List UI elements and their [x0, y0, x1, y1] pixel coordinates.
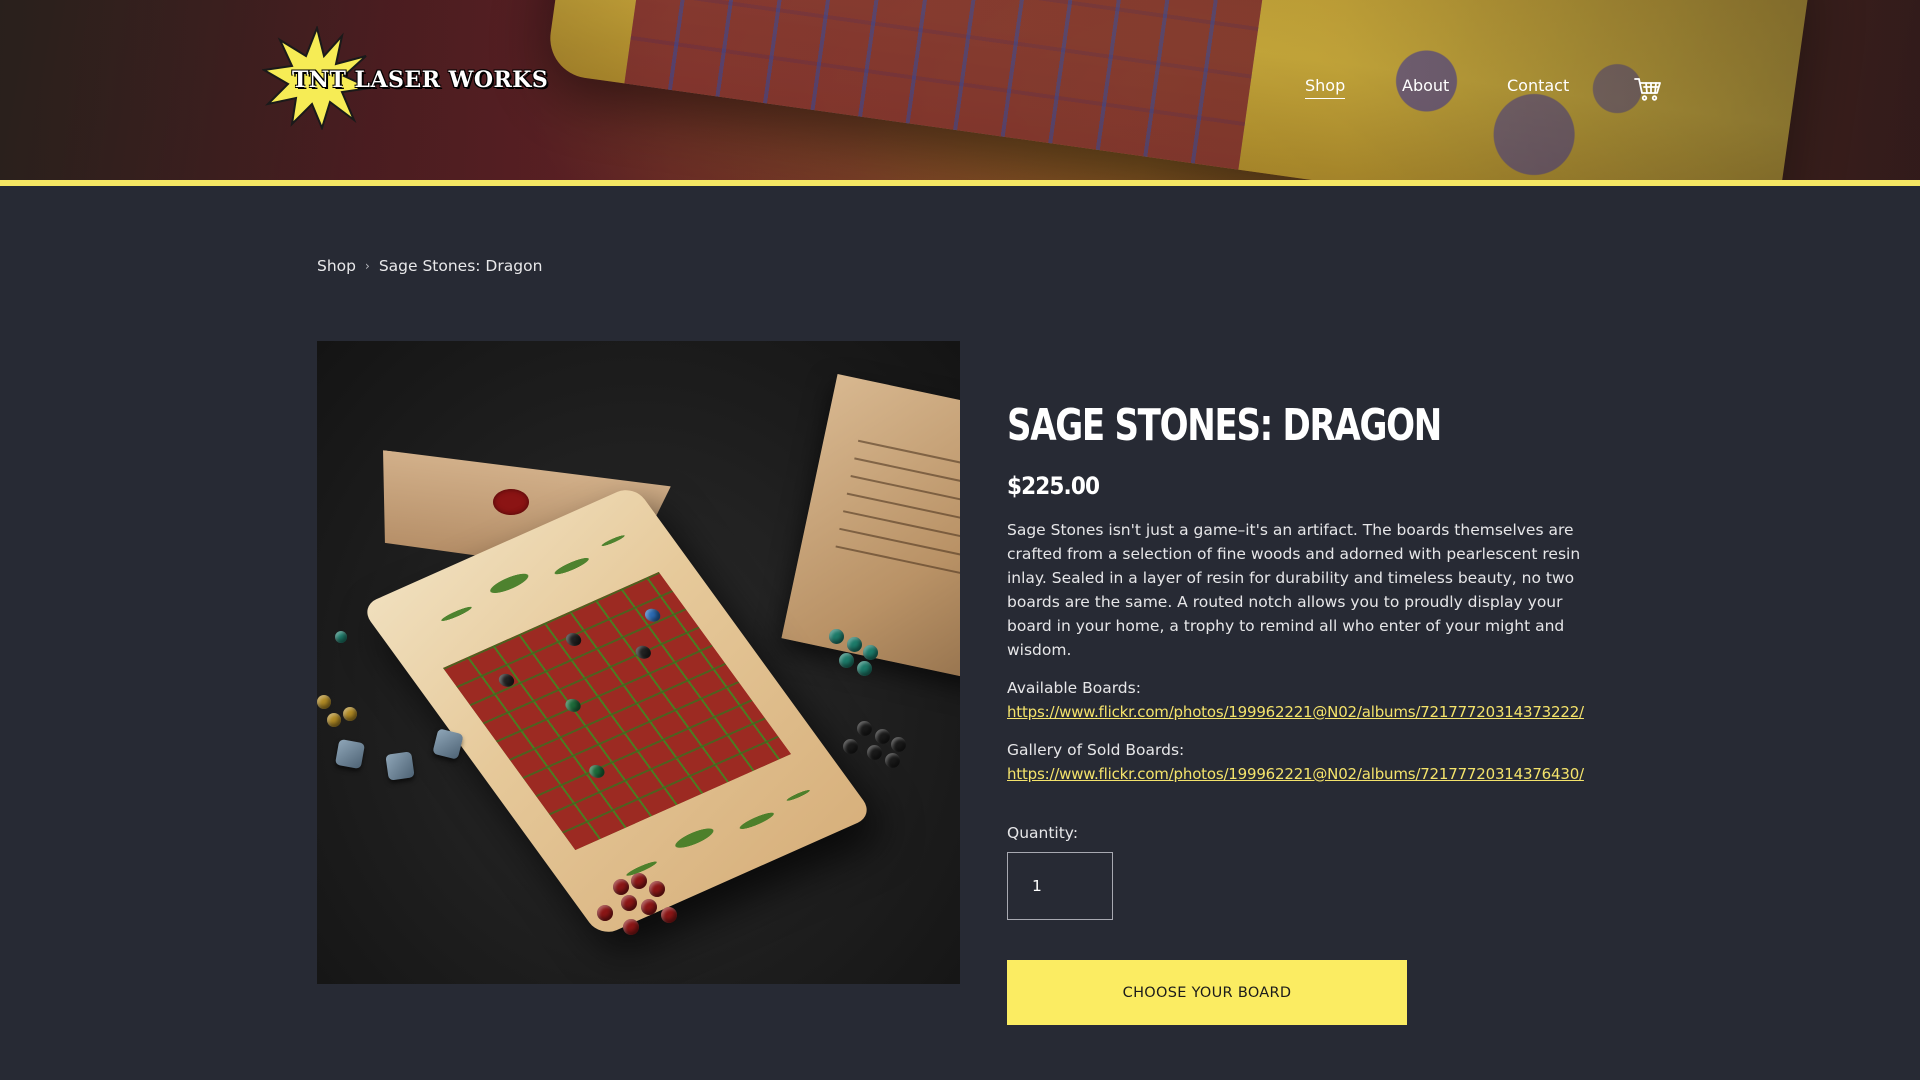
gallery-label: Gallery of Sold Boards:: [1007, 741, 1185, 759]
site-header: TNT LASER WORKS Shop About Contact: [0, 0, 1920, 180]
breadcrumb-current: Sage Stones: Dragon: [378, 257, 543, 275]
product-price: $225.00: [1007, 472, 1100, 500]
available-boards-label: Available Boards:: [1007, 679, 1141, 697]
header-accent-stripe: [0, 180, 1920, 186]
main-nav: Shop About Contact: [0, 76, 1920, 106]
product-description: Sage Stones isn't just a game–it's an ar…: [1007, 521, 1581, 659]
wax-seal: [493, 489, 529, 515]
available-boards: Available Boards: https://www.flickr.com…: [1007, 676, 1607, 724]
gallery-link[interactable]: https://www.flickr.com/photos/199962221@…: [1007, 762, 1607, 786]
breadcrumb-shop-link[interactable]: Shop: [317, 257, 356, 275]
game-board: [359, 484, 875, 938]
nav-shop[interactable]: Shop: [1305, 76, 1346, 99]
product-title: SAGE STONES: DRAGON: [1007, 400, 1442, 451]
cart-icon[interactable]: [1634, 76, 1662, 102]
available-boards-link[interactable]: https://www.flickr.com/photos/199962221@…: [1007, 700, 1607, 724]
quantity-input[interactable]: [1007, 852, 1113, 920]
product-image[interactable]: [317, 341, 960, 984]
breadcrumb: Shop › Sage Stones: Dragon: [317, 257, 542, 275]
nav-contact[interactable]: Contact: [1507, 76, 1569, 95]
quantity-label: Quantity:: [1007, 824, 1079, 842]
breadcrumb-separator: ›: [365, 259, 370, 273]
letter-prop: [781, 374, 960, 686]
sold-boards-gallery: Gallery of Sold Boards: https://www.flic…: [1007, 738, 1607, 786]
product-details: SAGE STONES: DRAGON $225.00 Sage Stones …: [1007, 396, 1607, 1025]
nav-about[interactable]: About: [1402, 76, 1449, 95]
choose-board-button[interactable]: CHOOSE YOUR BOARD: [1007, 960, 1407, 1025]
